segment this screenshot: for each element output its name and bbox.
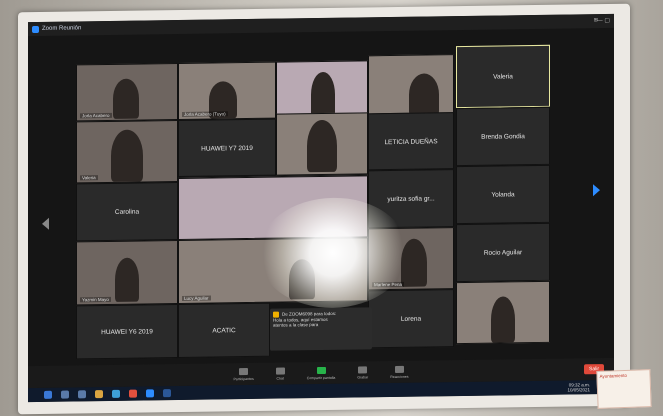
participant-name: Yolanda xyxy=(491,191,515,199)
participant-tile[interactable]: ACATIC xyxy=(178,302,270,358)
participant-name: Jorla Acabero (Tuyo) xyxy=(182,111,228,117)
participant-video xyxy=(111,129,143,182)
chrome-icon[interactable] xyxy=(129,389,137,398)
participant-tile[interactable]: Brenda Gondia xyxy=(456,106,550,167)
participant-name: Valeria xyxy=(493,73,513,81)
share-screen-icon xyxy=(316,366,326,374)
participant-name: HUAWEI Y6 2019 xyxy=(101,328,153,337)
toolbar-label: Reacciones xyxy=(390,374,409,379)
record-icon xyxy=(358,365,368,373)
participant-tile[interactable]: Yolanda xyxy=(456,164,550,225)
participant-tile[interactable]: Lorena xyxy=(368,289,454,349)
participant-video xyxy=(491,296,515,343)
participant-tile[interactable]: Valeria xyxy=(76,119,178,184)
previous-page-arrow-icon[interactable] xyxy=(42,217,49,230)
file-explorer-icon[interactable] xyxy=(95,390,103,399)
next-page-arrow-icon[interactable] xyxy=(593,184,600,197)
clock-date: 10/05/2021 xyxy=(567,387,590,393)
reactions-icon xyxy=(394,365,404,373)
reactions-button[interactable]: Reacciones xyxy=(390,365,409,379)
chat-button[interactable]: Chat xyxy=(275,367,285,381)
participant-tile[interactable]: Rocio Aguilar xyxy=(456,222,550,283)
edge-browser-icon[interactable] xyxy=(112,389,120,398)
participant-tile[interactable] xyxy=(368,54,454,118)
zoom-logo-icon xyxy=(32,25,39,33)
zoom-app-icon[interactable] xyxy=(146,389,154,398)
participant-name: Jorla Acabero xyxy=(80,112,112,119)
window-title: Zoom Reunión xyxy=(42,25,82,32)
chat-message-cont: atentos a la clase para xyxy=(273,322,319,328)
task-view-icon[interactable] xyxy=(78,390,86,399)
participant-tile[interactable] xyxy=(276,112,368,176)
toolbar-label: Compartir pantalla xyxy=(306,375,336,380)
word-icon[interactable] xyxy=(163,389,171,398)
participant-video xyxy=(115,257,139,302)
participant-name: yuritza sofia gr... xyxy=(387,195,435,204)
participant-name: HUAWEI Y7 2019 xyxy=(201,144,253,153)
participant-tile[interactable] xyxy=(456,280,550,345)
participants-icon xyxy=(239,367,249,375)
participant-name: Carolina xyxy=(114,208,140,217)
participant-tile-active[interactable]: Valeria xyxy=(456,44,550,109)
participant-name: LETICIA DUEÑAS xyxy=(384,138,438,146)
participant-name: Lucy Aguilar xyxy=(182,295,211,301)
participant-video xyxy=(307,119,337,173)
participant-tile[interactable] xyxy=(276,60,368,119)
participant-video xyxy=(311,71,335,118)
participant-name: ACATIC xyxy=(212,327,236,335)
participant-tile[interactable]: Carolina xyxy=(76,181,178,242)
sticker-text: Ayuntamiento xyxy=(599,372,628,379)
chat-sender: De ZOOM6098 para todos: xyxy=(282,310,337,317)
window-controls[interactable]: — ▢ xyxy=(597,17,610,24)
participant-video xyxy=(409,73,439,116)
participant-tile[interactable]: Yazmin Mayo xyxy=(76,239,178,306)
participant-name: Brenda Gondia xyxy=(481,133,525,141)
toolbar-label: Grabar xyxy=(357,374,369,379)
participant-tile[interactable]: HUAWEI Y6 2019 xyxy=(76,303,178,360)
participant-video xyxy=(113,78,139,119)
toolbar-label: Chat xyxy=(276,376,284,381)
start-menu-icon[interactable] xyxy=(44,390,52,399)
participant-tile[interactable]: HUAWEI Y7 2019 xyxy=(178,118,276,177)
chat-bubble-icon xyxy=(275,367,285,375)
share-screen-button[interactable]: Compartir pantalla xyxy=(306,366,336,380)
participant-tile[interactable]: Jorla Acabero xyxy=(76,62,178,122)
record-button[interactable]: Grabar xyxy=(357,365,369,379)
system-clock: 09:32 a.m. 10/05/2021 xyxy=(567,382,590,392)
sticker-note: Ayuntamiento xyxy=(596,369,652,409)
participant-name: Lorena xyxy=(400,315,422,324)
participants-button[interactable]: Participantes xyxy=(233,367,254,381)
toolbar-label: Participantes xyxy=(233,376,254,381)
participant-name: Rocio Aguilar xyxy=(483,249,523,257)
search-icon[interactable] xyxy=(61,390,69,399)
chat-notification[interactable]: De ZOOM6098 para todos: Hola a todos, aq… xyxy=(270,307,372,351)
zoom-window: Zoom Reunión ⊞ — ▢ Jorla Acabero Jorla A… xyxy=(28,13,614,403)
participant-name: Valeria xyxy=(80,175,98,181)
participant-tile[interactable]: Jorla Acabero (Tuyo) xyxy=(178,61,276,120)
participant-name: Yazmin Mayo xyxy=(80,296,111,303)
participant-tile[interactable]: LETICIA DUEÑAS xyxy=(368,112,454,171)
